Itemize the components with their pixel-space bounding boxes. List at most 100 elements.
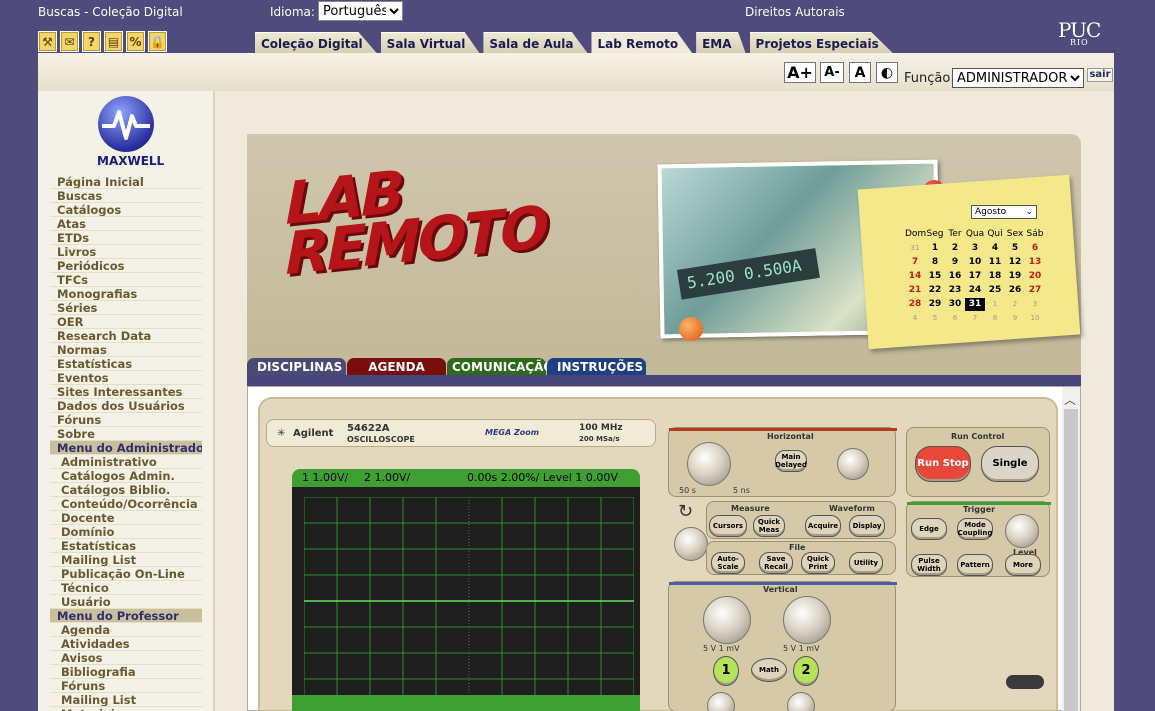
calendar-day[interactable]: 3 (1025, 298, 1045, 311)
calendar-day[interactable]: 26 (1005, 284, 1025, 297)
tab-instrucoes[interactable]: INSTRUÇÕES (547, 358, 646, 375)
calendar-day[interactable]: 31 (905, 242, 925, 255)
calendar-day[interactable]: 3 (965, 242, 985, 255)
sidebar-item-admin-usuario[interactable]: Usuário (50, 595, 202, 609)
remote-lab-viewer[interactable]: ✳ Agilent 54622A OSCILLOSCOPE MEGA Zoom … (247, 386, 1081, 711)
mail-icon[interactable]: ✉ (60, 31, 79, 52)
calendar-day[interactable]: 19 (1005, 270, 1025, 283)
edge-button[interactable]: Edge (911, 518, 947, 540)
calendar-day[interactable]: 22 (925, 284, 945, 297)
calendar-day[interactable]: 14 (905, 270, 925, 283)
sidebar-item-catalogos[interactable]: Catálogos (50, 203, 202, 217)
more-button[interactable]: More (1005, 554, 1041, 576)
calendar-day[interactable]: 30 (945, 298, 965, 311)
sidebar-item-prof-agenda[interactable]: Agenda (50, 623, 202, 637)
quick-print-button[interactable]: Quick Print (801, 552, 835, 574)
tab-disciplinas[interactable]: DISCIPLINAS (247, 358, 346, 375)
calendar-day[interactable]: 9 (945, 256, 965, 269)
tab-agenda[interactable]: AGENDA (347, 358, 446, 375)
single-button[interactable]: Single (981, 446, 1039, 482)
tab-colecao-digital[interactable]: Coleção Digital (255, 32, 377, 53)
sidebar-item-prof-foruns[interactable]: Fóruns (50, 679, 202, 693)
calendar-day[interactable]: 15 (925, 270, 945, 283)
sidebar-item-research-data[interactable]: Research Data (50, 329, 202, 343)
scroll-up-icon[interactable]: ︿ (1064, 391, 1076, 408)
calendar-day[interactable]: 29 (925, 298, 945, 311)
sidebar-item-prof-bibliografia[interactable]: Bibliografia (50, 665, 202, 679)
viewer-scrollbar[interactable]: ︿ (1062, 387, 1080, 711)
calendar-day[interactable]: 6 (1025, 242, 1045, 255)
calendar-day[interactable]: 25 (985, 284, 1005, 297)
sidebar-item-livros[interactable]: Livros (50, 245, 202, 259)
sidebar-item-dados-dos-usuarios[interactable]: Dados dos Usuários (50, 399, 202, 413)
sidebar-item-admin-publicacao-on-line[interactable]: Publicação On-Line (50, 567, 202, 581)
calendar-day[interactable]: 2 (945, 242, 965, 255)
calendar-day[interactable]: 31 (965, 298, 985, 311)
intensity-knob[interactable] (674, 527, 708, 561)
lock-icon[interactable]: 🔒 (148, 31, 167, 52)
maxwell-logo[interactable] (98, 96, 154, 152)
calendar-day[interactable]: 10 (965, 256, 985, 269)
tools-icon[interactable]: ⚒ (38, 31, 57, 52)
sidebar-item-admin-docente[interactable]: Docente (50, 511, 202, 525)
funcao-select[interactable]: ADMINISTRADOR (952, 68, 1084, 88)
ch2-volts-knob[interactable] (783, 596, 831, 644)
sidebar-item-normas[interactable]: Normas (50, 343, 202, 357)
calendar-day[interactable]: 13 (1025, 256, 1045, 269)
help-icon[interactable]: ? (82, 31, 101, 52)
pulse-width-button[interactable]: Pulse Width (911, 554, 947, 576)
ch1-volts-knob[interactable] (703, 596, 751, 644)
horizontal-position-knob[interactable] (837, 448, 869, 480)
sidebar-item-pagina-inicial[interactable]: Página Inicial (50, 175, 202, 189)
trigger-level-knob[interactable] (1005, 514, 1039, 548)
calendar-day[interactable]: 20 (1025, 270, 1045, 283)
calendar-day[interactable]: 8 (925, 256, 945, 269)
calendar-day[interactable]: 23 (945, 284, 965, 297)
sidebar-item-etds[interactable]: ETDs (50, 231, 202, 245)
contrast-icon[interactable]: ◐ (876, 62, 898, 83)
font-increase-button[interactable]: A+ (784, 62, 816, 83)
main-delayed-button[interactable]: Main Delayed (775, 450, 807, 472)
tab-sala-de-aula[interactable]: Sala de Aula (483, 32, 588, 53)
sidebar-item-admin-catalogos-biblio[interactable]: Catálogos Biblio. (50, 483, 202, 497)
calendar-day[interactable]: 27 (1025, 284, 1045, 297)
calendar-day[interactable]: 24 (965, 284, 985, 297)
sidebar-item-admin-catalogos-admin[interactable]: Catálogos Admin. (50, 469, 202, 483)
calendar-day[interactable]: 1 (925, 242, 945, 255)
sidebar-item-admin-estatisticas[interactable]: Estatísticas (50, 539, 202, 553)
auto-scale-button[interactable]: Auto-Scale (711, 552, 745, 574)
calendar-day[interactable]: 9 (1005, 312, 1025, 325)
tab-sala-virtual[interactable]: Sala Virtual (380, 32, 480, 53)
percent-icon[interactable]: % (126, 31, 145, 52)
presentation-icon[interactable]: ▤ (104, 31, 123, 52)
sidebar-item-admin-administrativo[interactable]: Administrativo (50, 455, 202, 469)
calendar-day[interactable]: 17 (965, 270, 985, 283)
calendar-day[interactable]: 12 (1005, 256, 1025, 269)
save-recall-button[interactable]: Save Recall (759, 552, 793, 574)
sidebar-item-foruns[interactable]: Fóruns (50, 413, 202, 427)
sidebar-item-sites-interessantes[interactable]: Sites Interessantes (50, 385, 202, 399)
ch2-button[interactable]: 2 (793, 656, 819, 686)
font-reset-button[interactable]: A (849, 62, 871, 83)
mode-coupling-button[interactable]: Mode Coupling (957, 518, 993, 540)
pattern-button[interactable]: Pattern (957, 554, 993, 576)
calendar-day[interactable]: 11 (985, 256, 1005, 269)
sidebar-item-tfcs[interactable]: TFCs (50, 273, 202, 287)
utility-button[interactable]: Utility (849, 552, 883, 574)
sidebar-item-atas[interactable]: Atas (50, 217, 202, 231)
calendar-day[interactable]: 21 (905, 284, 925, 297)
sidebar-item-sobre[interactable]: Sobre (50, 427, 202, 441)
calendar-day[interactable]: 4 (905, 312, 925, 325)
sidebar-item-prof-mailing-list[interactable]: Mailing List (50, 693, 202, 707)
calendar-day[interactable]: 1 (985, 298, 1005, 311)
calendar-day[interactable]: 4 (985, 242, 1005, 255)
sidebar-item-admin-tecnico[interactable]: Técnico (50, 581, 202, 595)
cursors-button[interactable]: Cursors (709, 515, 747, 537)
calendar-day[interactable]: 10 (1025, 312, 1045, 325)
ch1-position-knob[interactable] (707, 692, 735, 711)
tab-ema[interactable]: EMA (696, 32, 746, 53)
sidebar-item-prof-avisos[interactable]: Avisos (50, 651, 202, 665)
sidebar-item-admin-mailing-list[interactable]: Mailing List (50, 553, 202, 567)
calendar-day[interactable]: 5 (925, 312, 945, 325)
acquire-button[interactable]: Acquire (805, 515, 841, 537)
